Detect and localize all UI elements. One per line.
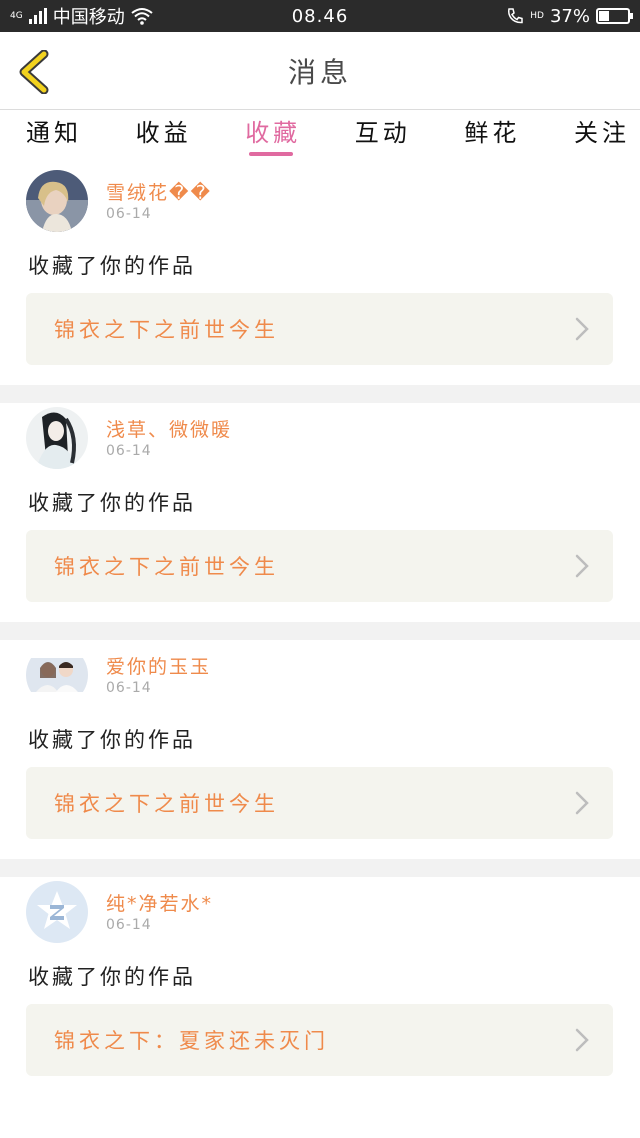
message-item: 纯*净若水* 06-14 收藏了你的作品 锦衣之下：夏家还未灭门 — [0, 877, 640, 1096]
avatar[interactable] — [26, 170, 88, 232]
message-list: 雪绒花�� 06-14 收藏了你的作品 锦衣之下之前世今生 浅草、微微暖 06-… — [0, 166, 640, 1096]
status-left: 4G 中国移动 — [10, 3, 153, 29]
back-button[interactable] — [14, 49, 54, 95]
message-item: 爱你的玉玉 06-14 收藏了你的作品 锦衣之下之前世今生 — [0, 640, 640, 859]
action-text: 收藏了你的作品 — [28, 965, 196, 989]
message-date: 06-14 — [106, 680, 152, 696]
network-type: 4G — [10, 10, 23, 21]
battery-level — [599, 11, 610, 21]
avatar[interactable] — [26, 407, 88, 469]
message-item: 浅草、微微暖 06-14 收藏了你的作品 锦衣之下之前世今生 — [0, 403, 640, 622]
page-title: 消息 — [287, 55, 352, 89]
message-date: 06-14 — [106, 206, 152, 222]
work-link[interactable]: 锦衣之下：夏家还未灭门 — [26, 1004, 613, 1076]
tab-bar: 通知 收益 收藏 互动 鲜花 关注 — [0, 110, 640, 166]
work-link[interactable]: 锦衣之下之前世今生 — [26, 767, 613, 839]
work-title: 锦衣之下之前世今生 — [54, 318, 279, 342]
status-right: HD 37% — [506, 5, 633, 27]
divider — [0, 385, 640, 403]
hd-badge: HD — [530, 10, 544, 21]
call-icon — [508, 8, 524, 24]
chevron-right-icon — [575, 1028, 589, 1052]
username[interactable]: 爱你的玉玉 — [106, 652, 211, 679]
chevron-right-icon — [575, 554, 589, 578]
battery-icon — [596, 8, 633, 24]
divider — [0, 859, 640, 877]
message-date: 06-14 — [106, 443, 152, 459]
carrier-name: 中国移动 — [52, 7, 125, 28]
tab-follows[interactable]: 关注 — [574, 110, 630, 166]
action-text: 收藏了你的作品 — [28, 491, 196, 515]
work-title: 锦衣之下：夏家还未灭门 — [54, 1029, 329, 1053]
tab-flowers[interactable]: 鲜花 — [464, 110, 520, 166]
tab-notifications[interactable]: 通知 — [26, 110, 82, 166]
back-arrow-icon — [19, 49, 49, 95]
username[interactable]: 浅草、微微暖 — [106, 415, 232, 442]
avatar[interactable] — [26, 644, 88, 706]
signal-icon — [28, 8, 47, 24]
username[interactable]: 雪绒花�� — [106, 178, 212, 205]
wifi-icon — [131, 8, 153, 25]
message-item: 雪绒花�� 06-14 收藏了你的作品 锦衣之下之前世今生 — [0, 166, 640, 385]
action-text: 收藏了你的作品 — [28, 728, 196, 752]
tab-interactions[interactable]: 互动 — [355, 110, 411, 166]
work-title: 锦衣之下之前世今生 — [54, 555, 279, 579]
chevron-right-icon — [575, 791, 589, 815]
tab-favorites[interactable]: 收藏 — [245, 110, 301, 166]
avatar[interactable] — [26, 881, 88, 943]
work-link[interactable]: 锦衣之下之前世今生 — [26, 530, 613, 602]
username[interactable]: 纯*净若水* — [106, 889, 213, 916]
chevron-right-icon — [575, 317, 589, 341]
work-title: 锦衣之下之前世今生 — [54, 792, 279, 816]
message-date: 06-14 — [106, 917, 152, 933]
action-text: 收藏了你的作品 — [28, 254, 196, 278]
tab-earnings[interactable]: 收益 — [136, 110, 192, 166]
work-link[interactable]: 锦衣之下之前世今生 — [26, 293, 613, 365]
battery-percent: 37% — [549, 5, 590, 27]
divider — [0, 622, 640, 640]
status-bar: 4G 中国移动 08.46 HD 37% — [0, 0, 640, 32]
header: 消息 — [0, 32, 640, 110]
